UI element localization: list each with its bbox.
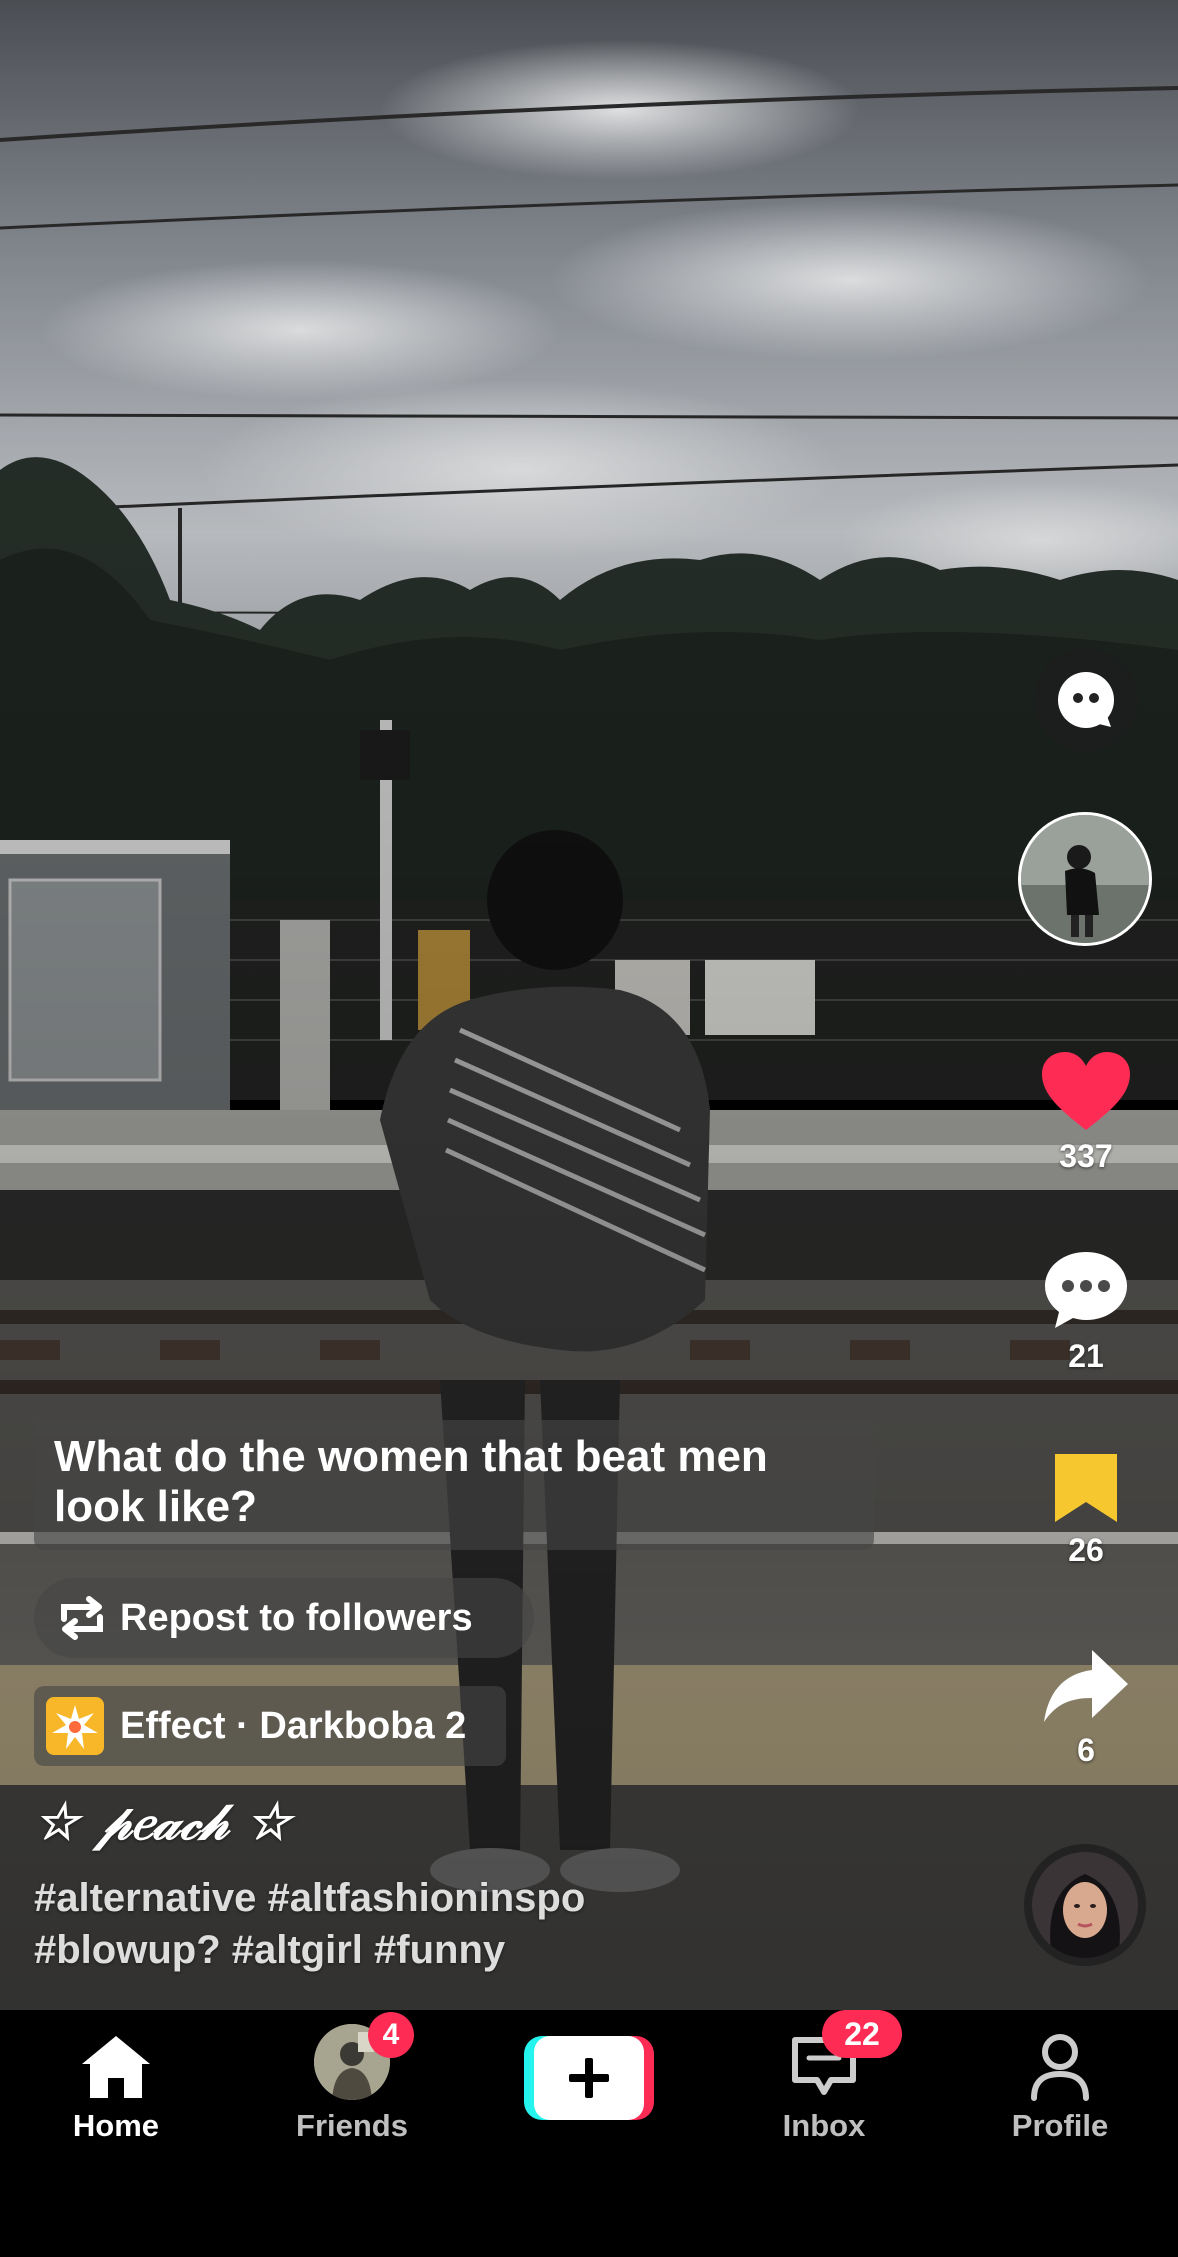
comment-count: 21 [1068,1338,1104,1374]
creator-username[interactable]: ☆ 𝓅𝑒𝒶𝒸𝒽 ☆ [34,1792,291,1852]
bottom-nav: Home 4 Friends 22 Inbox Profile [0,2010,1178,2257]
repost-label: Repost to followers [120,1597,473,1639]
creator-avatar-button[interactable] [1018,812,1152,946]
creator-avatar [1021,815,1149,943]
comment-icon [1045,1252,1127,1328]
video-description: #alternative #altfashioninspo #blowup? #… [34,1872,934,1976]
caption-sticker-text: What do the women that beat men look lik… [54,1432,768,1531]
nav-friends-label: Friends [296,2108,408,2143]
bookmark-action[interactable]: 26 [1036,1450,1136,1569]
hashtags-line-2[interactable]: #blowup? #altgirl #funny [34,1924,934,1976]
comment-action[interactable]: 21 [1036,1248,1136,1375]
tiktok-screen: 337 21 26 6 What do the women that beat … [0,0,1178,2257]
caption-sticker: What do the women that beat men look lik… [34,1420,874,1550]
sound-avatar [1032,1852,1138,1958]
share-action[interactable]: 6 [1036,1646,1136,1769]
repost-button[interactable]: Repost to followers [34,1578,534,1658]
repost-icon [61,1596,103,1640]
like-action[interactable]: 337 [1036,1050,1136,1175]
profile-icon [1031,2034,1089,2101]
ai-chat-icon [1058,672,1114,728]
ai-chat-button[interactable] [1034,648,1138,752]
plus-icon [569,2058,609,2098]
share-count: 6 [1077,1732,1095,1768]
create-button[interactable] [524,2036,654,2120]
like-count: 337 [1059,1138,1113,1174]
bookmark-count: 26 [1068,1532,1104,1568]
nav-profile-label: Profile [1011,2108,1109,2143]
sound-disc-button[interactable] [1024,1844,1146,1966]
like-heart-icon [1042,1052,1130,1130]
share-arrow-icon [1044,1650,1128,1722]
inbox-badge: 22 [822,2010,902,2058]
bookmark-icon [1055,1454,1117,1522]
hashtags-line-1[interactable]: #alternative #altfashioninspo [34,1872,934,1924]
effect-label: Effect · Darkboba 2 [120,1705,467,1747]
effect-chip[interactable]: Effect · Darkboba 2 [34,1686,506,1766]
effect-icon [46,1697,104,1755]
nav-home-label: Home [72,2108,160,2143]
home-icon [82,2036,150,2098]
nav-inbox-label: Inbox [782,2108,866,2143]
friends-badge: 4 [368,2012,414,2058]
